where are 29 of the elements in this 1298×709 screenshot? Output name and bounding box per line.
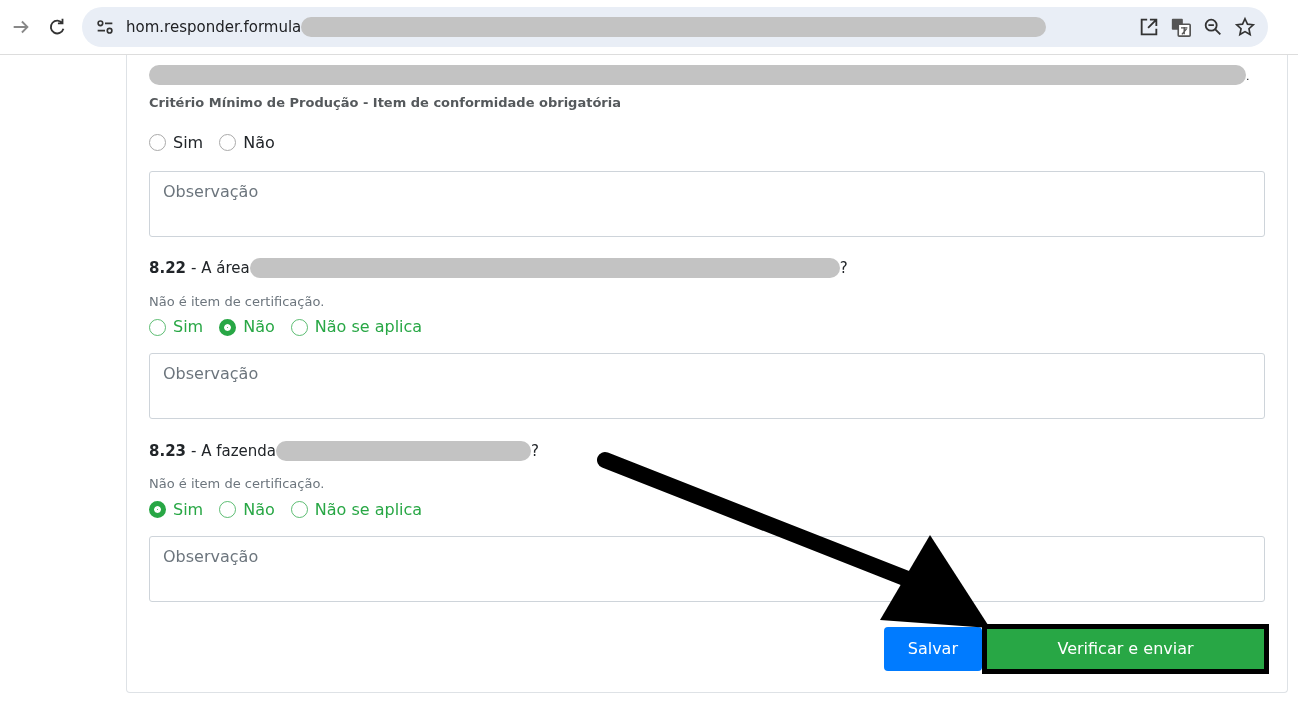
observation-field[interactable]: Observação [149, 535, 1265, 602]
zoom-out-icon[interactable] [1202, 16, 1224, 38]
radio-option[interactable]: Sim [149, 130, 204, 155]
requirement-note: Critério Mínimo de Produção - Item de conformidade obrigatória [149, 94, 622, 112]
address-bar[interactable]: hom.responder.formula [82, 7, 1268, 47]
radio-option[interactable]: Não se aplica [290, 315, 423, 339]
bookmark-star-icon[interactable] [1234, 16, 1256, 38]
question-text: - A fazenda [191, 440, 277, 462]
submit-button[interactable]: Verificar e enviar [982, 624, 1269, 674]
radio-option[interactable]: Não se aplica [290, 497, 423, 522]
observation-field[interactable]: Observação [149, 353, 1265, 419]
save-button[interactable]: Salvar [883, 627, 982, 671]
question-mark: ? [531, 440, 539, 462]
certification-note: Não é item de certificação. [149, 292, 326, 311]
question-mark: . [1246, 68, 1250, 85]
radio-option[interactable]: Não [219, 315, 275, 339]
open-external-icon[interactable] [1138, 16, 1160, 38]
question-number: 8.23 [149, 440, 186, 462]
radio-option[interactable]: Não [219, 130, 275, 155]
radio-option[interactable]: Sim [149, 497, 204, 522]
question-number: 8.22 [149, 258, 186, 279]
radio-option[interactable]: Não [219, 497, 275, 522]
certification-note: Não é item de certificação. [149, 475, 326, 493]
observation-field[interactable]: Observação [149, 170, 1265, 237]
translate-icon[interactable] [1170, 16, 1192, 38]
url-text: hom.responder.formula [126, 16, 302, 38]
question-text: - A área [191, 258, 250, 279]
question-mark: ? [839, 258, 848, 279]
radio-option[interactable]: Sim [149, 315, 204, 339]
